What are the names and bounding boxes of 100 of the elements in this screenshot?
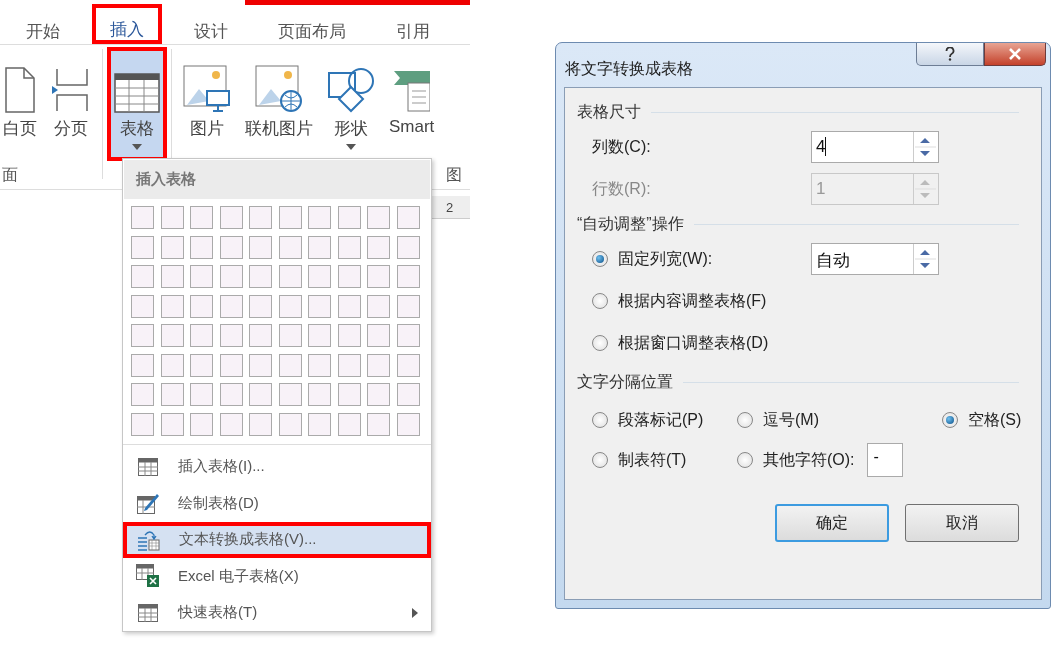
grid-cell[interactable] xyxy=(308,206,331,229)
grid-cell[interactable] xyxy=(278,265,302,288)
grid-cell[interactable] xyxy=(396,383,420,406)
grid-cell[interactable] xyxy=(131,383,154,406)
menu-item[interactable]: 文本转换成表格(V)... xyxy=(123,521,431,559)
menu-item[interactable]: Excel 电子表格(X) xyxy=(123,558,431,595)
grid-cell[interactable] xyxy=(219,353,243,377)
radio-option[interactable]: 逗号(M) xyxy=(737,409,819,431)
grid-cell[interactable] xyxy=(337,265,361,288)
grid-cell[interactable] xyxy=(249,265,272,288)
radio-option[interactable]: 固定列宽(W): xyxy=(592,248,811,270)
grid-cell[interactable] xyxy=(396,324,420,347)
grid-cell[interactable] xyxy=(131,294,154,318)
grid-cell[interactable] xyxy=(190,324,213,347)
grid-cell[interactable] xyxy=(396,265,420,288)
grid-cell[interactable] xyxy=(219,294,243,318)
grid-cell[interactable] xyxy=(249,324,272,347)
grid-cell[interactable] xyxy=(249,383,272,406)
ribbon-button[interactable]: 白页 xyxy=(0,47,44,161)
grid-cell[interactable] xyxy=(160,324,184,347)
grid-cell[interactable] xyxy=(308,294,331,318)
grid-cell[interactable] xyxy=(131,324,154,347)
grid-cell[interactable] xyxy=(190,294,213,318)
grid-cell[interactable] xyxy=(367,235,390,259)
grid-cell[interactable] xyxy=(219,235,243,259)
grid-cell[interactable] xyxy=(278,324,302,347)
grid-cell[interactable] xyxy=(396,412,420,436)
radio-option[interactable]: 根据内容调整表格(F) xyxy=(592,290,767,312)
dialog-button[interactable]: 确定 xyxy=(775,504,889,542)
grid-cell[interactable] xyxy=(308,353,331,377)
grid-cell[interactable] xyxy=(308,383,331,406)
grid-cell[interactable] xyxy=(249,206,272,229)
grid-cell[interactable] xyxy=(278,383,302,406)
grid-cell[interactable] xyxy=(219,383,243,406)
grid-cell[interactable] xyxy=(278,353,302,377)
help-button[interactable] xyxy=(916,43,984,66)
radio-option[interactable]: 段落标记(P) xyxy=(592,409,704,431)
radio-option[interactable]: 其他字符(O): xyxy=(737,449,855,471)
grid-cell[interactable] xyxy=(249,235,272,259)
menu-item[interactable]: 插入表格(I)... xyxy=(123,448,431,485)
grid-cell[interactable] xyxy=(396,235,420,259)
ribbon-tab[interactable]: 开始 xyxy=(8,4,78,44)
width-field[interactable]: 自动 xyxy=(811,243,939,275)
grid-cell[interactable] xyxy=(337,353,361,377)
grid-cell[interactable] xyxy=(131,235,154,259)
grid-cell[interactable] xyxy=(160,235,184,259)
grid-cell[interactable] xyxy=(190,353,213,377)
grid-cell[interactable] xyxy=(219,265,243,288)
grid-cell[interactable] xyxy=(337,294,361,318)
grid-cell[interactable] xyxy=(160,265,184,288)
grid-cell[interactable] xyxy=(337,383,361,406)
grid-cell[interactable] xyxy=(396,353,420,377)
grid-cell[interactable] xyxy=(131,353,154,377)
ribbon-button[interactable]: 图片 xyxy=(176,47,238,161)
grid-cell[interactable] xyxy=(308,412,331,436)
grid-cell[interactable] xyxy=(337,324,361,347)
grid-cell[interactable] xyxy=(367,353,390,377)
grid-cell[interactable] xyxy=(367,206,390,229)
grid-cell[interactable] xyxy=(190,235,213,259)
grid-cell[interactable] xyxy=(160,206,184,229)
number-field[interactable]: 4 xyxy=(811,131,939,163)
grid-cell[interactable] xyxy=(249,353,272,377)
grid-cell[interactable] xyxy=(219,324,243,347)
grid-cell[interactable] xyxy=(278,412,302,436)
grid-cell[interactable] xyxy=(367,412,390,436)
grid-cell[interactable] xyxy=(219,412,243,436)
grid-cell[interactable] xyxy=(396,206,420,229)
radio-option[interactable]: 空格(S) xyxy=(942,409,1022,431)
dialog-button[interactable]: 取消 xyxy=(905,504,1019,542)
grid-cell[interactable] xyxy=(337,206,361,229)
grid-cell[interactable] xyxy=(160,353,184,377)
grid-cell[interactable] xyxy=(308,265,331,288)
ribbon-tab[interactable]: 插入 xyxy=(92,4,162,44)
menu-item[interactable]: 绘制表格(D) xyxy=(123,485,431,522)
grid-cell[interactable] xyxy=(190,206,213,229)
ribbon-tab[interactable]: 引用 xyxy=(378,4,448,44)
grid-cell[interactable] xyxy=(278,206,302,229)
grid-cell[interactable] xyxy=(131,206,154,229)
grid-cell[interactable] xyxy=(367,294,390,318)
ribbon-tab[interactable]: 页面布局 xyxy=(260,4,364,44)
menu-item[interactable]: 快速表格(T) xyxy=(123,594,431,632)
grid-cell[interactable] xyxy=(249,412,272,436)
character-field[interactable]: - xyxy=(866,443,903,477)
grid-cell[interactable] xyxy=(131,265,154,288)
grid-cell[interactable] xyxy=(337,235,361,259)
grid-cell[interactable] xyxy=(160,294,184,318)
grid-cell[interactable] xyxy=(131,412,154,436)
ribbon-tab[interactable]: 设计 xyxy=(176,4,246,44)
grid-cell[interactable] xyxy=(160,383,184,406)
grid-cell[interactable] xyxy=(367,383,390,406)
radio-option[interactable]: 制表符(T) xyxy=(592,449,687,471)
grid-cell[interactable] xyxy=(308,235,331,259)
ribbon-button[interactable]: 表格 xyxy=(107,47,167,161)
close-button[interactable] xyxy=(984,43,1046,66)
grid-cell[interactable] xyxy=(190,383,213,406)
radio-option[interactable]: 根据窗口调整表格(D) xyxy=(592,332,769,354)
grid-cell[interactable] xyxy=(337,412,361,436)
grid-cell[interactable] xyxy=(190,265,213,288)
grid-cell[interactable] xyxy=(190,412,213,436)
grid-cell[interactable] xyxy=(160,412,184,436)
